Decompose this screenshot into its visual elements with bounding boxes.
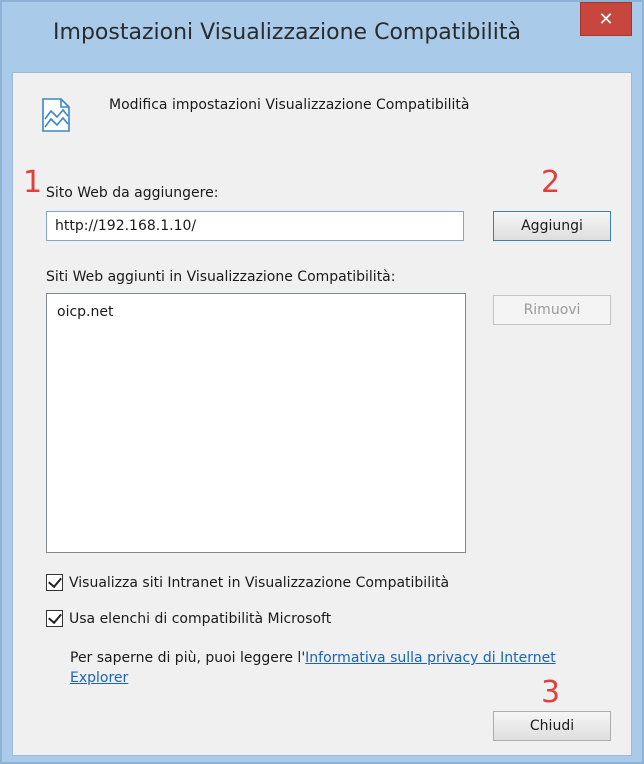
- close-button[interactable]: Chiudi: [493, 711, 611, 741]
- privacy-info-prefix: Per saperne di più, puoi leggere l': [70, 650, 306, 666]
- dialog-content: Modifica impostazioni Visualizzazione Co…: [12, 72, 632, 756]
- site-list-label: Siti Web aggiunti in Visualizzazione Com…: [46, 269, 396, 285]
- intranet-checkbox[interactable]: [46, 574, 63, 591]
- annotation-step-2: 2: [541, 165, 561, 200]
- site-list[interactable]: oicp.net: [46, 293, 466, 553]
- annotation-step-3: 3: [541, 675, 561, 710]
- remove-button[interactable]: Rimuovi: [493, 295, 611, 325]
- microsoft-lists-checkbox-label: Usa elenchi di compatibilità Microsoft: [69, 610, 332, 627]
- close-window-button[interactable]: ✕: [580, 2, 632, 36]
- header-description: Modifica impostazioni Visualizzazione Co…: [109, 97, 470, 113]
- intranet-checkbox-label: Visualizza siti Intranet in Visualizzazi…: [69, 574, 450, 591]
- close-icon: ✕: [598, 8, 614, 30]
- list-item[interactable]: oicp.net: [57, 304, 113, 320]
- website-url-input[interactable]: http://192.168.1.10/: [46, 211, 464, 241]
- add-site-label: Sito Web da aggiungere:: [46, 185, 219, 201]
- add-button[interactable]: Aggiungi: [493, 211, 611, 241]
- annotation-step-1: 1: [23, 165, 43, 200]
- dialog-window: Impostazioni Visualizzazione Compatibili…: [0, 0, 644, 764]
- compatibility-view-icon: [42, 98, 70, 132]
- microsoft-lists-option[interactable]: Usa elenchi di compatibilità Microsoft: [46, 610, 331, 627]
- window-title: Impostazioni Visualizzazione Compatibili…: [53, 20, 521, 45]
- privacy-info-text: Per saperne di più, puoi leggere l'Infor…: [70, 648, 590, 688]
- intranet-option[interactable]: Visualizza siti Intranet in Visualizzazi…: [46, 574, 449, 591]
- microsoft-lists-checkbox[interactable]: [46, 610, 63, 627]
- title-bar[interactable]: Impostazioni Visualizzazione Compatibili…: [2, 2, 642, 72]
